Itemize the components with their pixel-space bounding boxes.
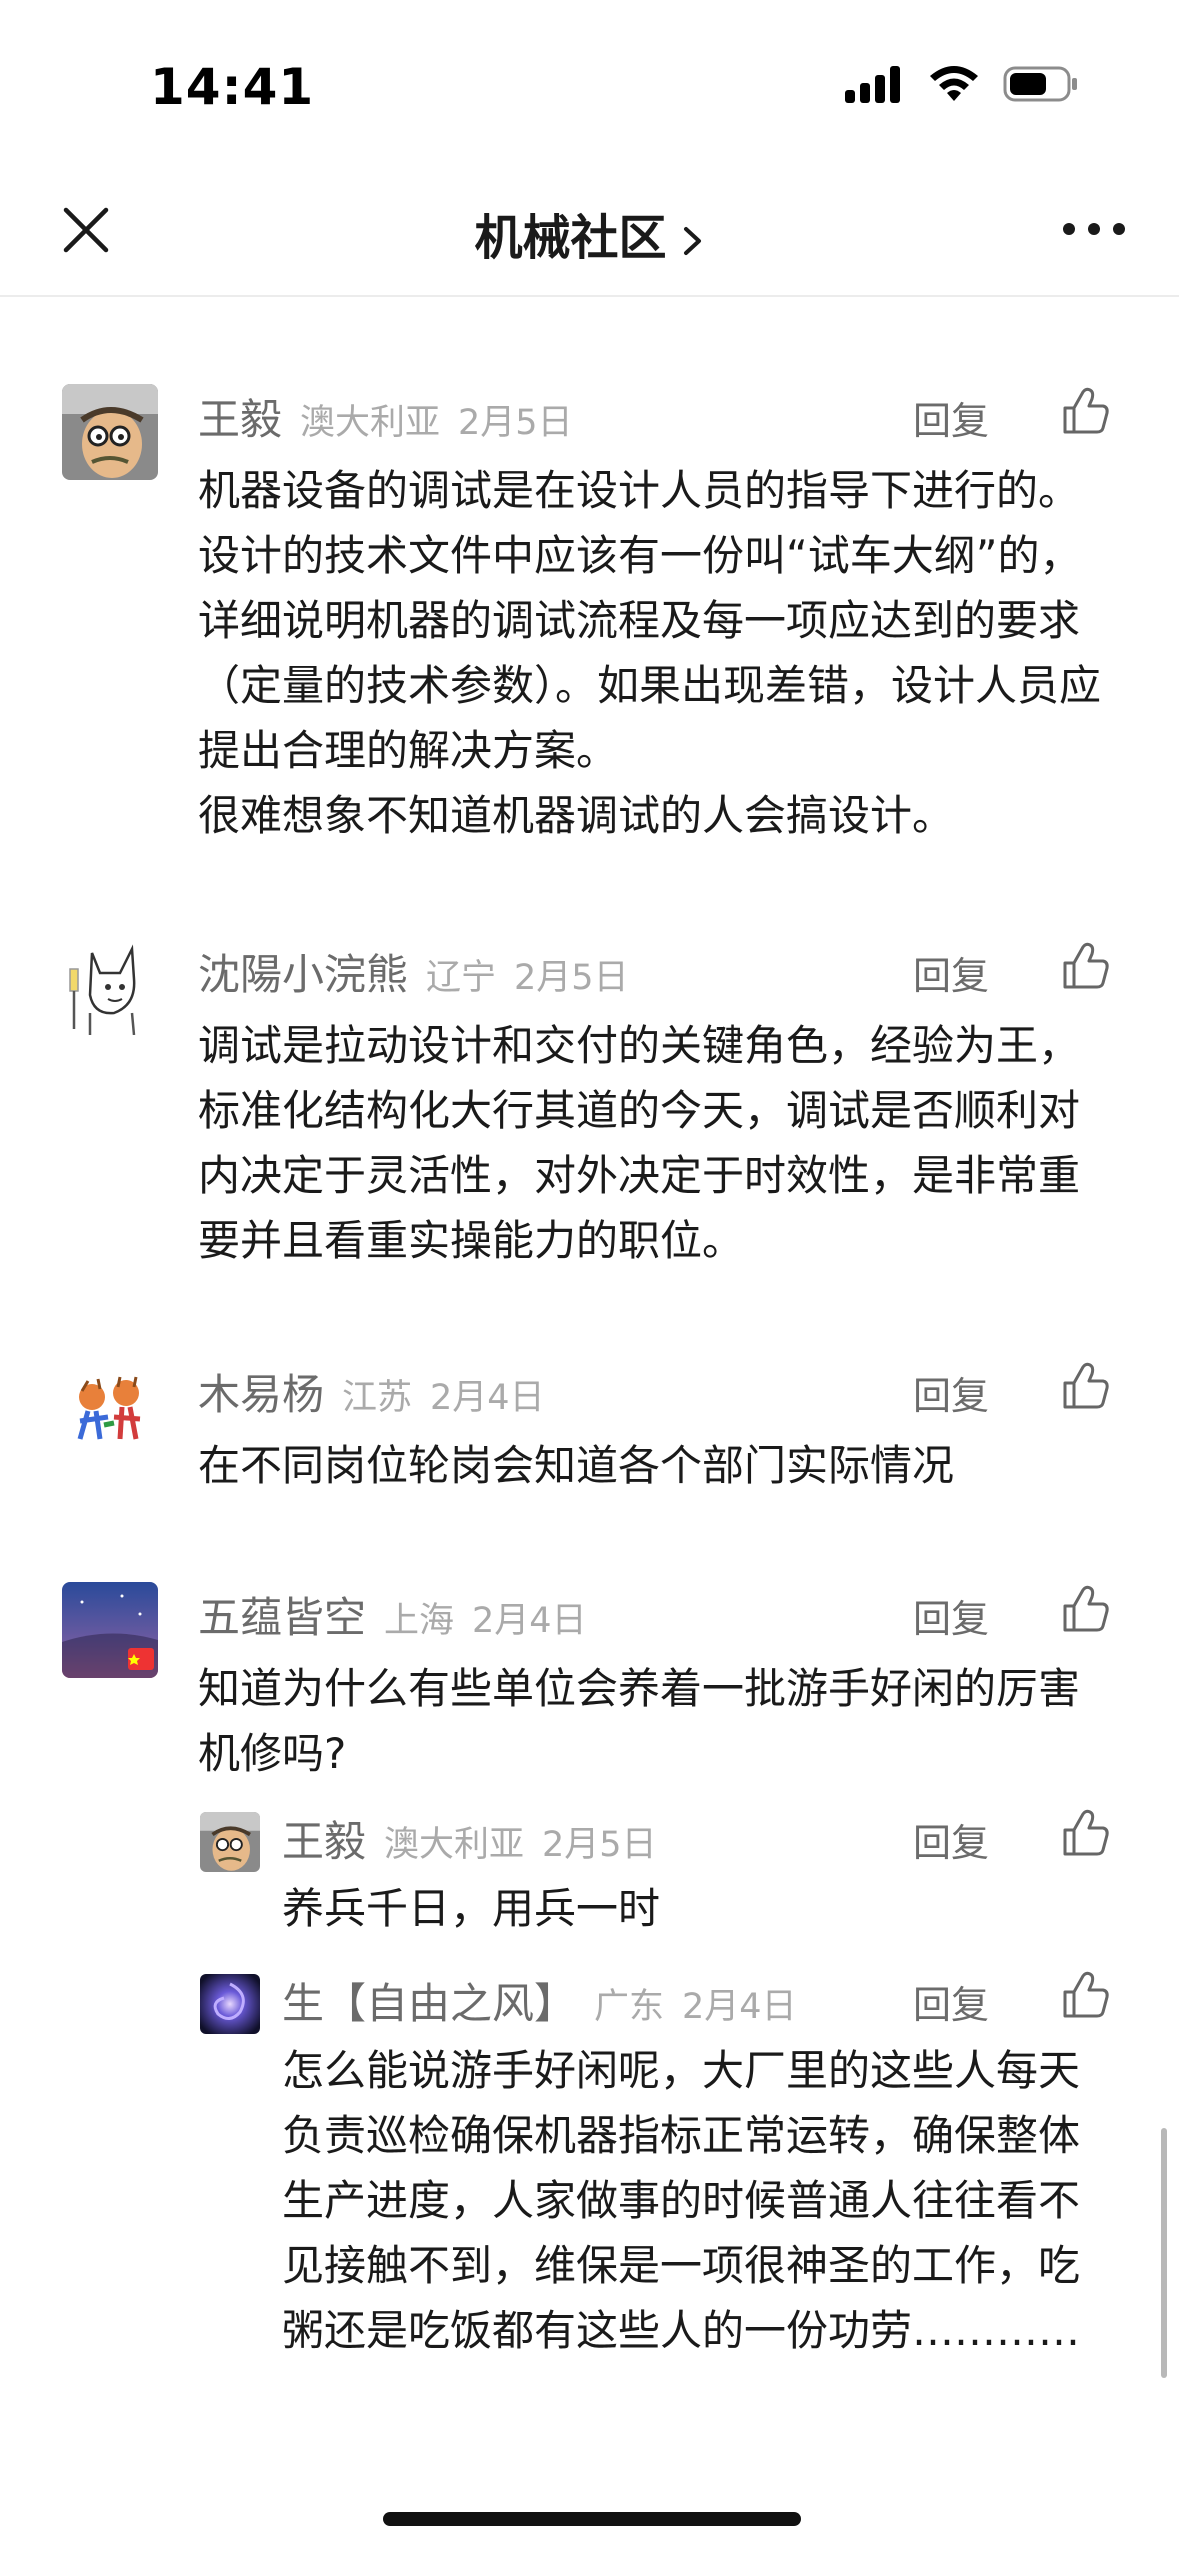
thumbs-up-icon[interactable] [1061, 1970, 1111, 2020]
comment-meta: 五蕴皆空 上海 2月4日 [198, 1584, 587, 1645]
author-name[interactable]: 王毅 [198, 386, 282, 447]
thumbs-up-icon[interactable] [1061, 1584, 1111, 1634]
comment-meta: 沈陽小浣熊 辽宁 2月5日 [198, 941, 629, 1002]
avatar[interactable] [62, 939, 158, 1035]
avatar[interactable] [200, 1974, 260, 2034]
author-location: 澳大利亚 [384, 1825, 525, 1865]
author-location: 澳大利亚 [300, 403, 441, 443]
comment-paragraph: 知道为什么有些单位会养着一批游手好闲的厉害机修吗? [198, 1664, 1081, 1778]
comment-paragraph: 很难想象不知道机器调试的人会搞设计。 [198, 791, 955, 840]
avatar[interactable] [62, 1582, 158, 1678]
comment-date: 2月4日 [430, 1378, 545, 1418]
author-name[interactable]: 生【自由之风】 [282, 1970, 576, 2031]
thumbs-up-icon[interactable] [1061, 386, 1111, 436]
comment-date: 2月5日 [458, 403, 573, 443]
wifi-icon [930, 66, 978, 101]
chevron-right-icon [683, 227, 701, 255]
scrollbar[interactable] [1161, 2128, 1167, 2378]
avatar[interactable] [200, 1812, 260, 1872]
nav-bar: 机械社区 [0, 170, 1179, 297]
author-location: 辽宁 [426, 958, 497, 998]
reply-button[interactable]: 回复 [913, 1365, 989, 1420]
reply-button[interactable]: 回复 [913, 1812, 989, 1867]
cellular-signal-icon [845, 66, 900, 103]
comment-date: 2月4日 [682, 1987, 797, 2027]
reply-button[interactable]: 回复 [913, 390, 989, 445]
comment-paragraph: 在不同岗位轮岗会知道各个部门实际情况 [198, 1441, 955, 1490]
comment-paragraph: 调试是拉动设计和交付的关键角色，经验为王，标准化结构化大行其道的今天，调试是否顺… [198, 1021, 1081, 1265]
author-location: 上海 [384, 1601, 455, 1641]
author-location: 广东 [594, 1987, 665, 2027]
status-bar: 14:41 [0, 0, 1179, 170]
page-title-text: 机械社区 [474, 210, 667, 266]
comment-text: 机器设备的调试是在设计人员的指导下进行的。设计的技术文件中应该有一份叫“试车大纲… [198, 458, 1118, 848]
thumbs-up-icon[interactable] [1061, 1808, 1111, 1858]
author-name[interactable]: 五蕴皆空 [198, 1584, 366, 1645]
comment-text: 知道为什么有些单位会养着一批游手好闲的厉害机修吗? [198, 1656, 1118, 1786]
page-title[interactable]: 机械社区 [0, 198, 1179, 268]
comment-text: 在不同岗位轮岗会知道各个部门实际情况 [198, 1433, 1118, 1498]
avatar[interactable] [62, 1359, 158, 1455]
comment-paragraph: 机器设备的调试是在设计人员的指导下进行的。设计的技术文件中应该有一份叫“试车大纲… [198, 466, 1102, 775]
author-name[interactable]: 王毅 [282, 1808, 366, 1869]
reply-button[interactable]: 回复 [913, 945, 989, 1000]
comment-meta: 王毅 澳大利亚 2月5日 [198, 386, 573, 447]
reply-button[interactable]: 回复 [913, 1588, 989, 1643]
battery-icon [1003, 66, 1077, 102]
reply-button[interactable]: 回复 [913, 1974, 989, 2029]
comment-meta: 木易杨 江苏 2月4日 [198, 1361, 545, 1422]
avatar[interactable] [62, 384, 158, 480]
comment-text: 调试是拉动设计和交付的关键角色，经验为王，标准化结构化大行其道的今天，调试是否顺… [198, 1013, 1118, 1273]
comment-text: 怎么能说游手好闲呢，大厂里的这些人每天负责巡检确保机器指标正常运转，确保整体生产… [282, 2038, 1112, 2363]
status-icons [843, 64, 1079, 104]
comment-date: 2月4日 [472, 1601, 587, 1641]
thumbs-up-icon[interactable] [1061, 1361, 1111, 1411]
status-time: 14:41 [150, 58, 315, 116]
thumbs-up-icon[interactable] [1061, 941, 1111, 991]
comment-date: 2月5日 [514, 958, 629, 998]
comment-paragraph: 养兵千日，用兵一时 [282, 1884, 661, 1933]
author-name[interactable]: 沈陽小浣熊 [198, 941, 408, 1002]
author-name[interactable]: 木易杨 [198, 1361, 324, 1422]
comment-paragraph: 怎么能说游手好闲呢，大厂里的这些人每天负责巡检确保机器指标正常运转，确保整体生产… [282, 2046, 1081, 2355]
author-location: 江苏 [342, 1378, 413, 1418]
more-icon[interactable] [1059, 204, 1129, 254]
comment-meta: 生【自由之风】 广东 2月4日 [282, 1970, 797, 2031]
home-indicator[interactable] [383, 2512, 801, 2526]
comment-text: 养兵千日，用兵一时 [282, 1876, 1112, 1941]
comment-date: 2月5日 [542, 1825, 657, 1865]
comment-meta: 王毅 澳大利亚 2月5日 [282, 1808, 657, 1869]
